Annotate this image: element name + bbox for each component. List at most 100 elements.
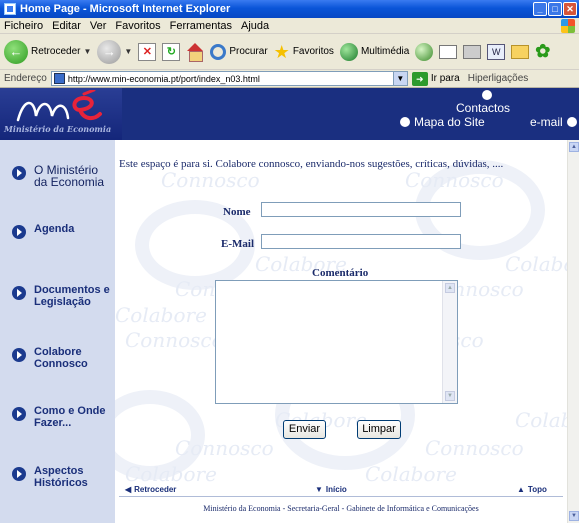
menu-editar[interactable]: Editar xyxy=(52,20,81,32)
go-button[interactable]: ➜ Ir para xyxy=(411,71,460,86)
menu-ajuda[interactable]: Ajuda xyxy=(241,20,269,32)
mapa-site-label: Mapa do Site xyxy=(414,115,485,129)
contactos-link[interactable]: Contactos xyxy=(456,101,510,115)
sidebar-item-como-onde[interactable]: Como e Onde Fazer... xyxy=(12,405,112,429)
submit-button[interactable]: Enviar xyxy=(283,420,326,439)
menu-ver[interactable]: Ver xyxy=(90,20,107,32)
menu-bar: Ficheiro Editar Ver Favoritos Ferramenta… xyxy=(0,18,579,34)
chevron-down-icon[interactable]: ▼ xyxy=(124,47,132,56)
scroll-down-icon[interactable]: ▼ xyxy=(445,391,455,401)
window-controls: _ □ ✕ xyxy=(533,2,577,16)
search-button-label: Procurar xyxy=(229,46,268,57)
logo-text: Ministério da Economia xyxy=(4,124,112,134)
sidebar-item-label: Documentos e Legislação xyxy=(34,284,110,308)
email-field-label: E-Mail xyxy=(221,238,254,250)
sidebar-item-label: O Ministério da Economia xyxy=(34,163,105,189)
messenger-icon[interactable]: ✿ xyxy=(535,41,550,62)
browser-toolbar: ← Retroceder ▼ → ▼ ✕ ↻ Procurar ★ Favori… xyxy=(0,34,579,70)
refresh-icon[interactable]: ↻ xyxy=(162,42,181,61)
minimize-icon[interactable]: _ xyxy=(533,2,547,16)
sidebar-item-colabore[interactable]: Colabore Connosco xyxy=(12,346,112,370)
sidebar-item-label: Agenda xyxy=(34,223,75,235)
chevron-down-icon[interactable]: ▼ xyxy=(83,47,91,56)
back-link[interactable]: ◀ Retroceder xyxy=(125,485,176,494)
sidebar-item-historicos[interactable]: Aspectos Históricos xyxy=(12,465,112,489)
home-link[interactable]: ▼ Início xyxy=(315,485,347,494)
email-field[interactable] xyxy=(261,234,461,249)
watermark-text: Colabore xyxy=(115,303,207,327)
footer-text: Ministério da Economia - Secretaria-Gera… xyxy=(203,504,479,513)
edit-word-icon[interactable]: W xyxy=(487,43,506,60)
scroll-up-icon[interactable]: ▲ xyxy=(445,283,455,293)
address-url: http://www.min-economia.pt/port/index_n0… xyxy=(67,73,260,84)
email-bullet-icon xyxy=(566,117,577,127)
email-label: e-mail xyxy=(530,115,563,129)
mapa-site-link[interactable]: Mapa do Site xyxy=(400,115,485,129)
top-link-label: Topo xyxy=(527,485,547,494)
favorites-button[interactable]: ★ Favoritos xyxy=(274,43,334,61)
folder-icon[interactable] xyxy=(511,44,530,59)
name-input[interactable] xyxy=(261,202,461,217)
watermark-text: Colabore xyxy=(505,252,567,276)
back-button-label: Retroceder xyxy=(31,46,81,57)
chevron-down-icon[interactable]: ▼ xyxy=(392,72,407,85)
triangle-down-icon: ▼ xyxy=(315,485,323,494)
scroll-up-icon[interactable]: ▲ xyxy=(569,142,579,152)
back-arrow-icon: ← xyxy=(4,39,28,64)
comment-label: Comentário xyxy=(312,267,369,279)
media-button[interactable]: Multimédia xyxy=(339,42,410,61)
footer-divider xyxy=(119,496,563,497)
favorites-button-label: Favoritos xyxy=(292,46,334,57)
media-button-label: Multimédia xyxy=(360,46,410,57)
scroll-down-icon[interactable]: ▼ xyxy=(569,511,579,521)
name-label: Nome xyxy=(223,206,251,218)
search-icon xyxy=(210,43,227,60)
sidebar-item-label: Aspectos Históricos xyxy=(34,465,88,489)
history-icon[interactable] xyxy=(415,42,434,61)
sidebar-item-ministerio[interactable]: O Ministério da Economia xyxy=(12,164,112,188)
address-input[interactable]: http://www.min-economia.pt/port/index_n0… xyxy=(50,71,408,86)
print-icon[interactable] xyxy=(463,44,482,59)
menu-ficheiro[interactable]: Ficheiro xyxy=(4,20,43,32)
watermark-text: Connosco xyxy=(125,328,224,352)
sidebar-item-agenda[interactable]: Agenda xyxy=(12,223,112,239)
page-scrollbar[interactable]: ▲ ▼ xyxy=(567,140,579,523)
top-link[interactable]: ▲ Topo xyxy=(517,485,547,494)
back-button[interactable]: ← Retroceder ▼ xyxy=(4,39,91,64)
contactos-bullet-icon xyxy=(482,90,492,100)
address-label: Endereço xyxy=(4,73,47,84)
page-icon xyxy=(53,73,65,84)
forward-button[interactable]: → ▼ xyxy=(97,39,132,64)
watermark-text: Colabore xyxy=(365,462,457,486)
home-link-label: Início xyxy=(325,485,347,494)
comment-textarea[interactable]: ▲ ▼ xyxy=(215,280,458,404)
reset-button[interactable]: Limpar xyxy=(357,420,401,439)
window-title-bar[interactable]: Home Page - Microsoft Internet Explorer … xyxy=(0,0,579,18)
forward-arrow-icon: → xyxy=(97,39,122,64)
close-icon[interactable]: ✕ xyxy=(563,2,577,16)
home-icon[interactable] xyxy=(186,42,204,62)
star-icon: ★ xyxy=(273,41,290,62)
arrow-bullet-icon xyxy=(12,407,26,421)
arrow-bullet-icon xyxy=(12,225,26,239)
triangle-up-icon: ▲ xyxy=(517,485,525,494)
mail-icon[interactable] xyxy=(439,44,458,59)
sidebar-item-documentos[interactable]: Documentos e Legislação xyxy=(12,284,112,308)
links-button[interactable]: Hiperligações xyxy=(468,73,529,84)
sidebar-item-label: Colabore Connosco xyxy=(34,346,88,370)
email-link[interactable]: e-mail xyxy=(530,115,577,129)
window-title: Home Page - Microsoft Internet Explorer xyxy=(20,3,231,15)
stop-icon[interactable]: ✕ xyxy=(138,42,157,61)
watermark-text: Colabore xyxy=(125,462,217,486)
menu-ferramentas[interactable]: Ferramentas xyxy=(170,20,232,32)
menu-favoritos[interactable]: Favoritos xyxy=(115,20,160,32)
maximize-icon[interactable]: □ xyxy=(548,2,562,16)
watermark-text: Connosco xyxy=(175,436,274,460)
search-button[interactable]: Procurar xyxy=(210,43,268,60)
back-link-label: Retroceder xyxy=(134,485,177,494)
comment-scrollbar[interactable]: ▲ ▼ xyxy=(442,281,457,403)
watermark-text: Connosco xyxy=(405,168,504,192)
mapa-bullet-icon xyxy=(400,117,410,127)
site-logo[interactable]: Ministério da Economia xyxy=(0,88,122,140)
watermark-text: Connosco xyxy=(161,168,260,192)
